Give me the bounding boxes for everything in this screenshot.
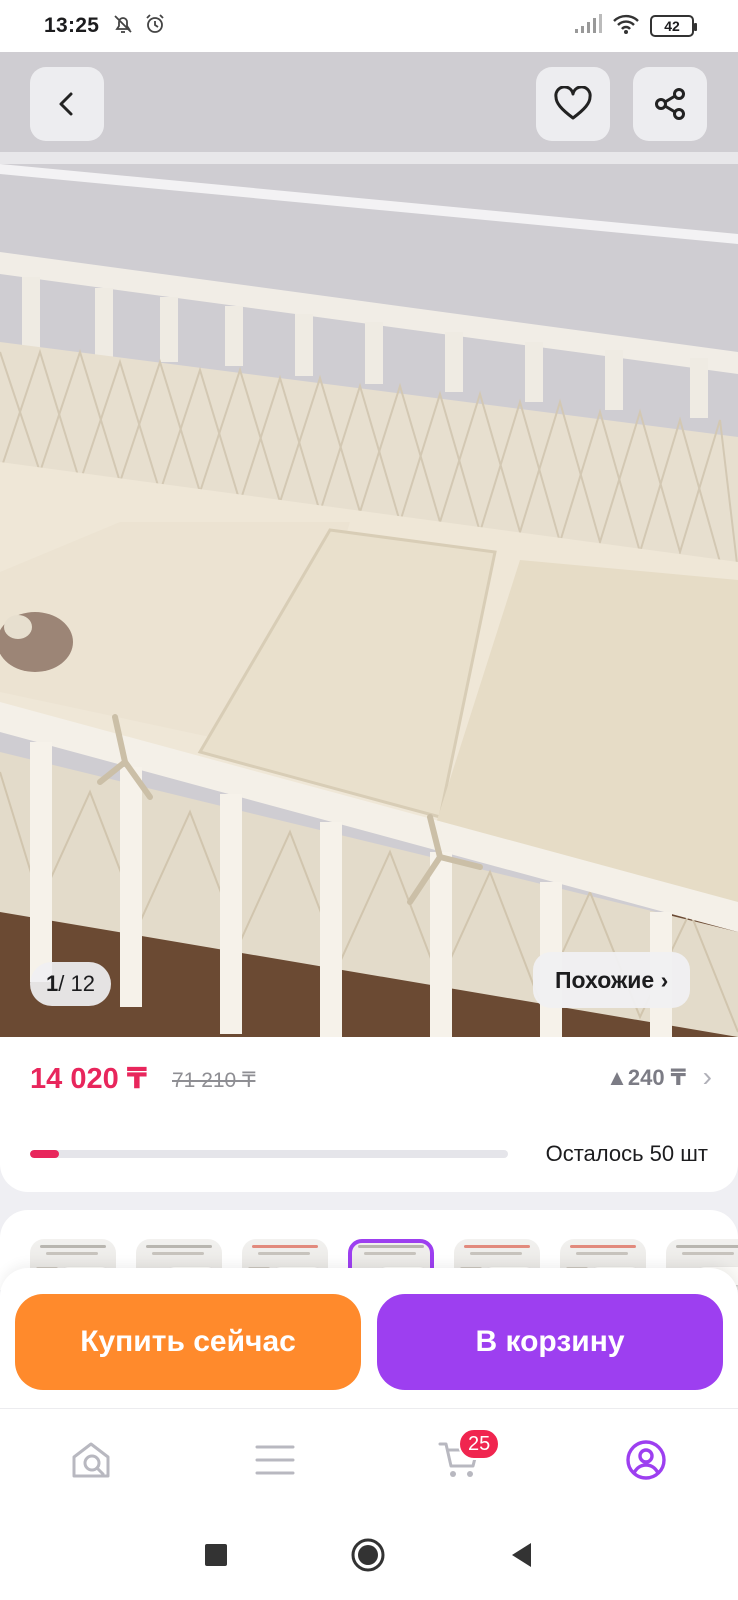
favorite-button[interactable] [536, 67, 610, 141]
share-icon [655, 88, 685, 120]
bell-off-icon [111, 12, 135, 41]
price-card: 14 020 ₸ 71 210 ₸ ▲240 ₸ › Осталось 50 ш… [0, 1037, 738, 1192]
action-bar: Купить сейчас В корзину [0, 1268, 738, 1408]
profile-icon[interactable] [623, 1437, 669, 1483]
status-bar: 13:25 42 [0, 0, 738, 52]
stock-progress-bar [30, 1150, 508, 1158]
image-counter-total: / 12 [58, 971, 95, 996]
bottom-nav: 25 [0, 1408, 738, 1510]
add-to-cart-button[interactable]: В корзину [377, 1294, 723, 1390]
product-photo [0, 52, 738, 1037]
bonus-points[interactable]: ▲240 ₸ [606, 1065, 686, 1091]
home-search-icon[interactable] [68, 1437, 114, 1483]
product-gallery[interactable]: 1 / 12 Похожие › [0, 52, 738, 1037]
stock-progress-fill [30, 1150, 59, 1158]
signal-icon [574, 13, 602, 39]
status-time: 13:25 [44, 14, 100, 37]
heart-icon [554, 86, 592, 120]
old-price: 71 210 ₸ [172, 1069, 256, 1092]
alarm-icon [143, 12, 167, 41]
system-nav-bar [0, 1510, 738, 1600]
wifi-icon [612, 13, 640, 40]
buy-now-button[interactable]: Купить сейчас [15, 1294, 361, 1390]
chevron-right-icon[interactable]: › [703, 1061, 712, 1093]
stock-remaining: Осталось 50 шт [545, 1141, 708, 1166]
image-counter-current: 1 [46, 971, 59, 996]
product-screen: 13:25 42 1 / 12 Похожие › 14 020 ₸ 71 21… [0, 0, 738, 1600]
chevron-left-icon [59, 92, 73, 116]
battery-icon: 42 [650, 15, 697, 37]
catalog-icon[interactable] [252, 1437, 298, 1483]
share-button[interactable] [633, 67, 707, 141]
similar-button[interactable]: Похожие › [533, 952, 691, 1008]
back-triangle-icon[interactable] [504, 1537, 540, 1573]
current-price: 14 020 ₸ [30, 1063, 147, 1095]
recents-square-icon[interactable] [198, 1537, 234, 1573]
home-circle-icon[interactable] [350, 1537, 386, 1573]
back-button[interactable] [30, 67, 104, 141]
cart-badge: 25 [458, 1428, 501, 1460]
image-counter: 1 / 12 [30, 962, 111, 1006]
